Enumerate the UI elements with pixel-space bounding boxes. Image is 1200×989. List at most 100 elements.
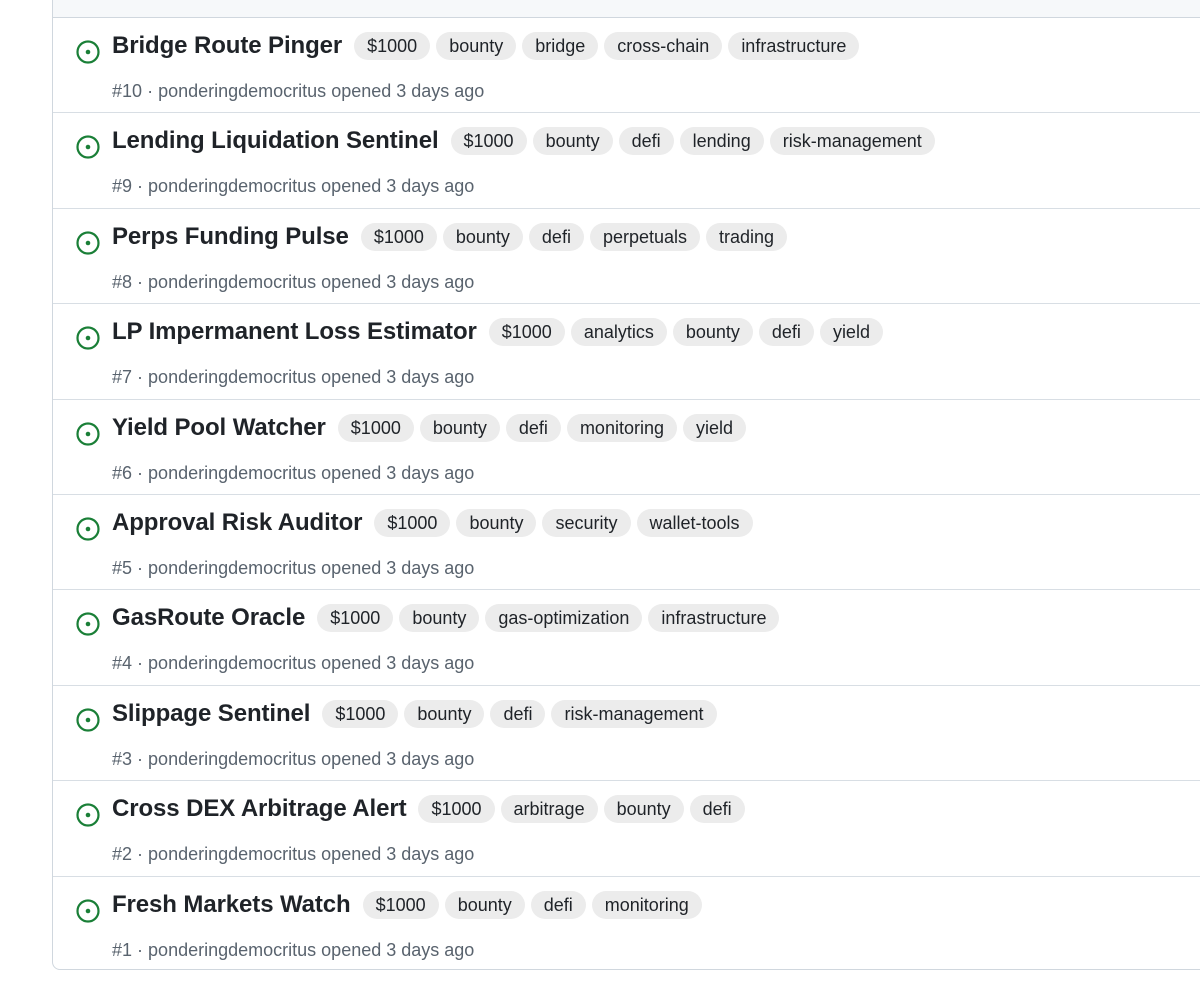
issue-label[interactable]: defi bbox=[689, 795, 745, 824]
open-issue-icon[interactable] bbox=[75, 802, 101, 828]
issue-label[interactable]: $1000 bbox=[322, 699, 399, 728]
issue-label[interactable]: arbitrage bbox=[500, 795, 598, 824]
issue-label[interactable]: bounty bbox=[442, 222, 523, 251]
issue-label[interactable]: $1000 bbox=[488, 318, 565, 347]
issue-label[interactable]: yield bbox=[819, 318, 883, 347]
open-issue-icon[interactable] bbox=[75, 898, 101, 924]
issue-label[interactable]: yield bbox=[682, 413, 747, 442]
issue-label[interactable]: defi bbox=[530, 890, 586, 919]
issue-labels: $1000 bounty security wallet-tools bbox=[368, 508, 753, 537]
issue-label[interactable]: $1000 bbox=[450, 127, 527, 156]
issue-label[interactable]: trading bbox=[706, 222, 788, 251]
issue-author-link[interactable]: ponderingdemocritus bbox=[148, 463, 316, 483]
issue-title-line: Bridge Route Pinger $1000 bounty bridge cro… bbox=[112, 32, 860, 60]
issue-label[interactable]: defi bbox=[505, 413, 561, 442]
issue-title-line: LP Impermanent Loss Estimator $1000 analy… bbox=[112, 318, 883, 347]
issue-label[interactable]: monitoring bbox=[591, 890, 702, 919]
issue-title-link[interactable]: LP Impermanent Loss Estimator bbox=[112, 318, 477, 346]
issue-number: #4 bbox=[112, 653, 133, 674]
issue-label[interactable]: bounty bbox=[672, 318, 753, 347]
issue-row[interactable]: Cross DEX Arbitrage Alert $1000 arbitrage… bbox=[53, 781, 1200, 877]
open-issue-icon[interactable] bbox=[75, 516, 101, 542]
issue-row[interactable]: Perps Funding Pulse $1000 bounty defi perpe… bbox=[53, 209, 1200, 305]
issue-label[interactable]: infrastructure bbox=[728, 32, 860, 60]
issue-label[interactable]: infrastructure bbox=[648, 604, 780, 633]
issue-author-link[interactable]: ponderingdemocritus bbox=[158, 81, 326, 101]
issue-title-link[interactable]: Approval Risk Auditor bbox=[112, 509, 362, 537]
issue-label[interactable]: lending bbox=[679, 127, 764, 156]
issue-label[interactable]: risk-management bbox=[769, 127, 935, 156]
issue-label[interactable]: defi bbox=[528, 222, 584, 251]
issue-label[interactable]: bounty bbox=[436, 32, 517, 60]
issue-author-link[interactable]: ponderingdemocritus bbox=[148, 653, 316, 673]
issue-label[interactable]: analytics bbox=[570, 318, 667, 347]
issue-label[interactable]: bounty bbox=[532, 127, 613, 156]
issue-row[interactable]: Yield Pool Watcher $1000 bounty defi monito… bbox=[53, 400, 1200, 495]
issue-label[interactable]: bounty bbox=[399, 604, 480, 633]
issue-label[interactable]: wallet-tools bbox=[636, 508, 753, 537]
issue-label[interactable]: monitoring bbox=[566, 413, 677, 442]
issue-label[interactable]: perpetuals bbox=[589, 222, 701, 251]
issue-title-link[interactable]: Fresh Markets Watch bbox=[112, 891, 351, 919]
issue-row[interactable]: Bridge Route Pinger $1000 bounty bridge cro… bbox=[53, 18, 1200, 114]
issue-title-link[interactable]: Lending Liquidation Sentinel bbox=[112, 127, 439, 155]
issue-label[interactable]: $1000 bbox=[418, 795, 495, 824]
issue-title-link[interactable]: GasRoute Oracle bbox=[112, 604, 305, 632]
issue-title-link[interactable]: Slippage Sentinel bbox=[112, 700, 310, 728]
issue-row[interactable]: GasRoute Oracle $1000 bounty gas-optimizat… bbox=[53, 590, 1200, 686]
issue-label[interactable]: bridge bbox=[522, 32, 599, 60]
issue-title-line: Cross DEX Arbitrage Alert $1000 arbitrage… bbox=[112, 795, 745, 824]
open-issue-icon[interactable] bbox=[75, 134, 101, 160]
issue-title-link[interactable]: Bridge Route Pinger bbox=[112, 32, 342, 60]
issue-label[interactable]: bounty bbox=[419, 413, 500, 442]
issue-author-link[interactable]: ponderingdemocritus bbox=[148, 367, 316, 387]
issue-opened-time: opened 3 days ago bbox=[321, 176, 475, 197]
issue-label[interactable]: $1000 bbox=[374, 508, 451, 537]
issues-list-header bbox=[53, 0, 1200, 18]
issue-opened-time: opened 3 days ago bbox=[321, 939, 475, 960]
issue-meta: #5 · ponderingdemocritus opened 3 days a… bbox=[112, 558, 474, 579]
issue-label[interactable]: bounty bbox=[456, 508, 537, 537]
issue-label[interactable]: security bbox=[542, 508, 631, 537]
issue-row[interactable]: Fresh Markets Watch $1000 bounty defi monit… bbox=[53, 877, 1200, 969]
issue-row[interactable]: LP Impermanent Loss Estimator $1000 analy… bbox=[53, 304, 1200, 400]
issue-title-link[interactable]: Yield Pool Watcher bbox=[112, 414, 326, 442]
issue-title-line: Approval Risk Auditor $1000 bounty securit… bbox=[112, 508, 753, 537]
issue-labels: $1000 arbitrage bounty defi bbox=[412, 795, 745, 824]
open-issue-icon[interactable] bbox=[75, 230, 101, 256]
issue-label[interactable]: $1000 bbox=[362, 890, 439, 919]
issue-opened-time: opened 3 days ago bbox=[321, 462, 475, 483]
issue-label[interactable]: bounty bbox=[603, 795, 684, 824]
issue-title-link[interactable]: Cross DEX Arbitrage Alert bbox=[112, 795, 407, 823]
issue-author-link[interactable]: ponderingdemocritus bbox=[148, 940, 316, 960]
issue-label[interactable]: defi bbox=[618, 127, 674, 156]
issue-label[interactable]: gas-optimization bbox=[485, 604, 643, 633]
issue-number: #8 bbox=[112, 271, 133, 292]
open-issue-icon[interactable] bbox=[75, 325, 101, 351]
issue-label[interactable]: cross-chain bbox=[604, 32, 723, 60]
issue-label[interactable]: $1000 bbox=[360, 222, 437, 251]
open-issue-icon[interactable] bbox=[75, 611, 101, 637]
open-issue-icon[interactable] bbox=[75, 39, 101, 65]
issue-author-link[interactable]: ponderingdemocritus bbox=[148, 844, 316, 864]
issue-author-link[interactable]: ponderingdemocritus bbox=[148, 749, 316, 769]
issue-label[interactable]: bounty bbox=[444, 890, 525, 919]
issue-row[interactable]: Lending Liquidation Sentinel $1000 bounty… bbox=[53, 113, 1200, 209]
issue-author-link[interactable]: ponderingdemocritus bbox=[148, 558, 316, 578]
open-issue-icon[interactable] bbox=[75, 707, 101, 733]
open-issue-icon[interactable] bbox=[75, 421, 101, 447]
issue-meta: #6 · ponderingdemocritus opened 3 days a… bbox=[112, 463, 474, 484]
issue-author-link[interactable]: ponderingdemocritus bbox=[148, 272, 316, 292]
issue-label[interactable]: $1000 bbox=[337, 413, 414, 442]
issue-label[interactable]: defi bbox=[758, 318, 814, 347]
issue-label[interactable]: $1000 bbox=[317, 604, 394, 633]
issue-label[interactable]: risk-management bbox=[551, 699, 717, 728]
issue-number: #5 bbox=[112, 557, 133, 578]
issue-label[interactable]: $1000 bbox=[354, 32, 431, 60]
issue-title-link[interactable]: Perps Funding Pulse bbox=[112, 223, 349, 251]
issue-row[interactable]: Approval Risk Auditor $1000 bounty securit… bbox=[53, 495, 1200, 591]
issue-label[interactable]: defi bbox=[490, 699, 546, 728]
issue-row[interactable]: Slippage Sentinel $1000 bounty defi risk-ma… bbox=[53, 686, 1200, 782]
issue-label[interactable]: bounty bbox=[404, 699, 485, 728]
issue-author-link[interactable]: ponderingdemocritus bbox=[148, 176, 316, 196]
